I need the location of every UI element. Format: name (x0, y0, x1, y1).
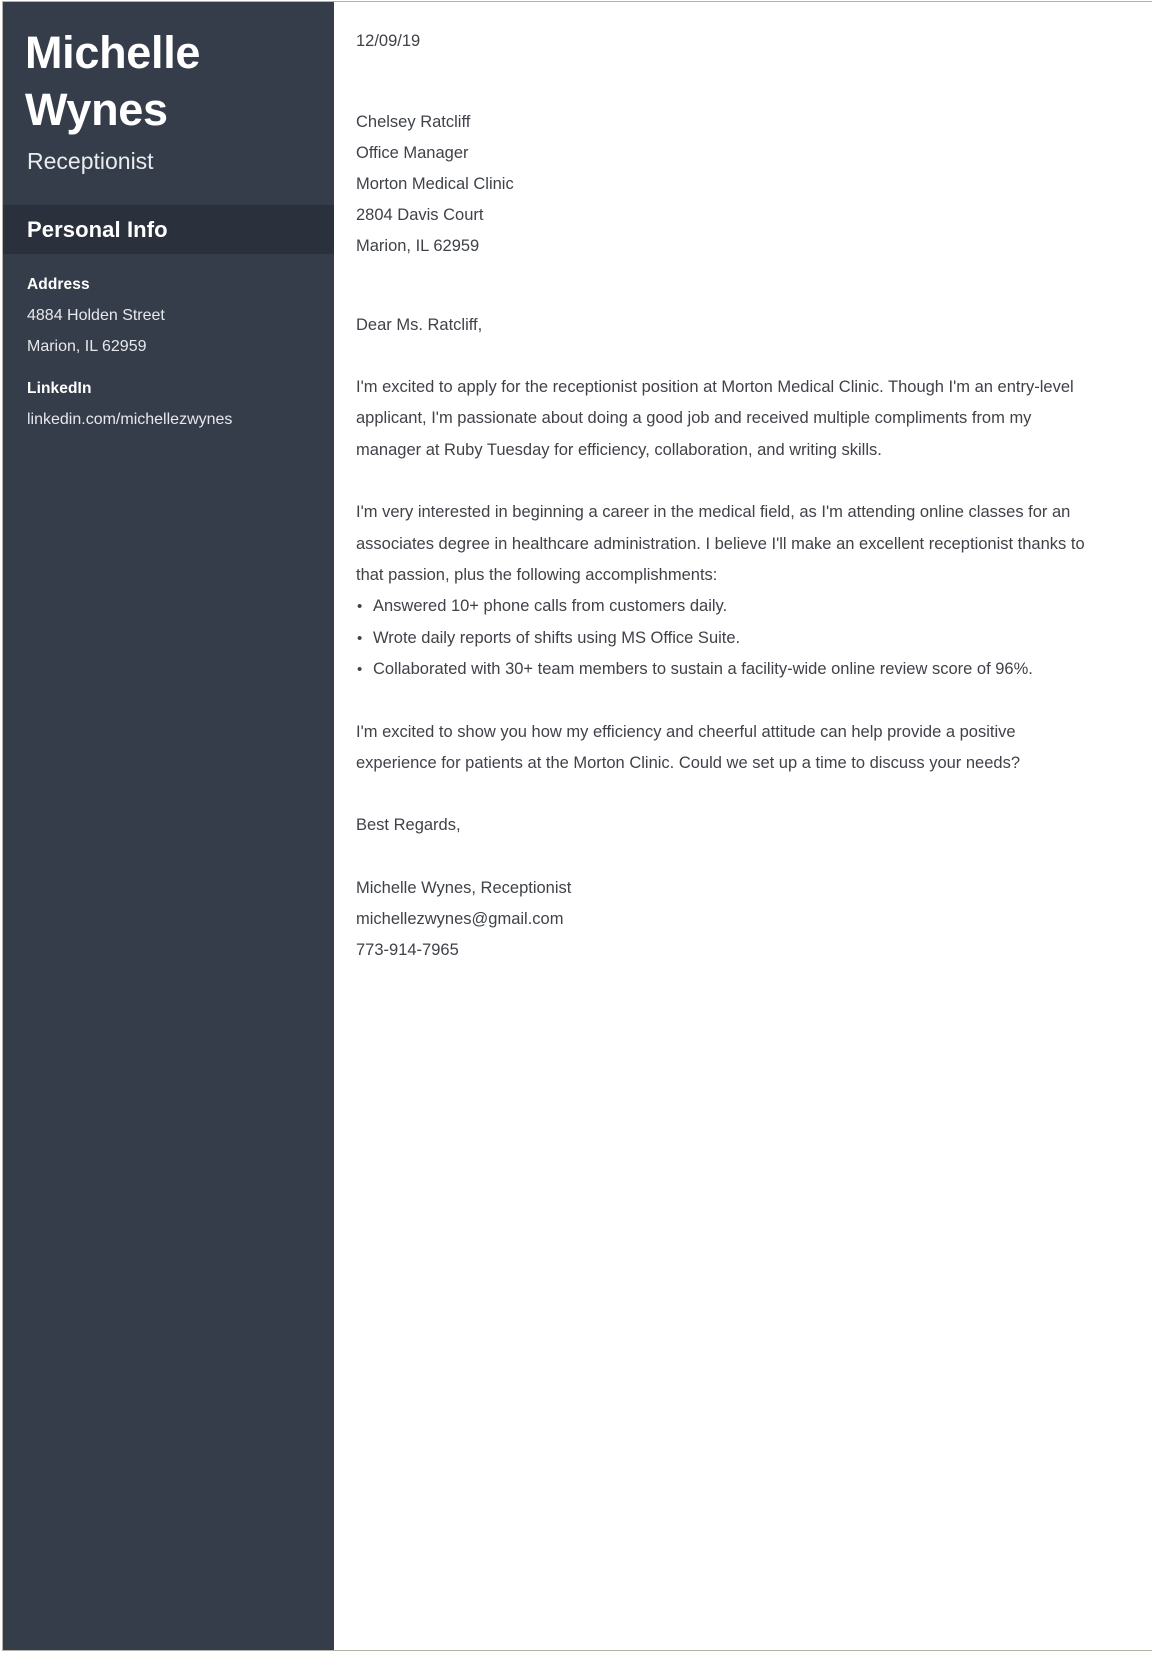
letter-body: 12/09/19 Chelsey Ratcliff Office Manager… (334, 2, 1152, 1650)
list-item: Wrote daily reports of shifts using MS O… (356, 623, 1086, 655)
applicant-name: Michelle Wynes (25, 27, 201, 135)
signature-phone[interactable]: 773-914-7965 (356, 935, 1106, 966)
recipient-block: Chelsey Ratcliff Office Manager Morton M… (356, 107, 1106, 262)
personal-info-list: Address 4884 Holden Street Marion, IL 62… (3, 254, 334, 435)
personal-info-section-header: Personal Info (3, 205, 334, 254)
letter-salutation: Dear Ms. Ratcliff, (356, 316, 483, 334)
list-item: Collaborated with 30+ team members to su… (356, 654, 1086, 686)
personal-info-field-address: Address 4884 Holden Street Marion, IL 62… (27, 274, 312, 362)
recipient-title: Office Manager (356, 144, 469, 162)
recipient-street: 2804 Davis Court (356, 206, 484, 224)
accomplishments-list: Answered 10+ phone calls from customers … (356, 591, 1086, 686)
letter-paragraph-2: I'm very interested in beginning a caree… (356, 503, 1085, 585)
recipient-company: Morton Medical Clinic (356, 175, 514, 193)
recipient-city: Marion, IL 62959 (356, 237, 480, 255)
letter-paragraph-3: I'm excited to show you how my efficienc… (356, 722, 1021, 773)
linkedin-label: LinkedIn (27, 380, 92, 397)
list-item: Answered 10+ phone calls from customers … (356, 591, 1086, 623)
letter-paragraph-1: I'm excited to apply for the receptionis… (356, 378, 1074, 459)
signature-email[interactable]: michellezwynes@gmail.com (356, 904, 1106, 935)
signature-name: Michelle Wynes, Receptionist (356, 879, 572, 898)
address-line-2: Marion, IL 62959 (27, 338, 147, 355)
applicant-job-title: Receptionist (27, 148, 154, 174)
sidebar: Michelle Wynes Receptionist Personal Inf… (3, 2, 334, 1650)
linkedin-url[interactable]: linkedin.com/michellezwynes (27, 404, 312, 435)
letter-date: 12/09/19 (356, 32, 421, 50)
address-line-1: 4884 Holden Street (27, 307, 165, 324)
personal-info-label: Personal Info (27, 216, 168, 242)
personal-info-field-linkedin: LinkedIn linkedin.com/michellezwynes (27, 378, 312, 435)
letter-closing: Best Regards, (356, 816, 461, 835)
cover-letter-page: Michelle Wynes Receptionist Personal Inf… (0, 0, 1170, 1654)
address-label: Address (27, 276, 90, 293)
signature-block: Michelle Wynes, Receptionist michellezwy… (356, 873, 1106, 966)
recipient-name: Chelsey Ratcliff (356, 113, 471, 131)
